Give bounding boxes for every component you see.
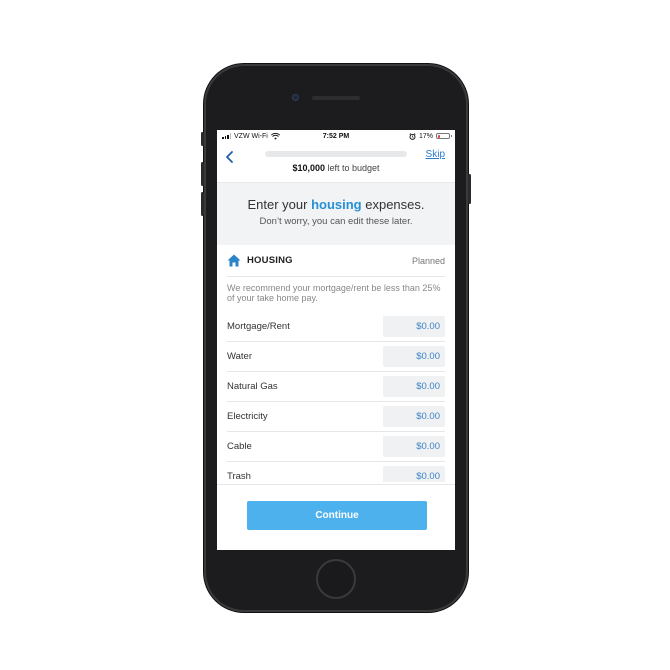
house-icon	[227, 254, 241, 267]
back-chevron-icon[interactable]	[223, 150, 237, 164]
status-time: 7:52 PM	[322, 132, 350, 140]
planned-amount-input[interactable]: $0.00	[383, 406, 445, 427]
expense-label: Natural Gas	[227, 381, 278, 392]
planned-amount-input[interactable]: $0.00	[383, 376, 445, 397]
expense-label: Electricity	[227, 411, 268, 422]
planned-amount-input[interactable]: $0.00	[383, 316, 445, 337]
budget-amount: $10,000	[292, 163, 325, 173]
app-screen: VZW Wi-Fi 7:52 PM 17% Skip $10,000 left …	[217, 130, 455, 550]
status-bar: VZW Wi-Fi 7:52 PM 17%	[217, 130, 455, 142]
expense-list[interactable]: HOUSING Planned We recommend your mortga…	[217, 245, 455, 482]
expense-row: Trash $0.00	[227, 462, 445, 482]
expense-label: Mortgage/Rent	[227, 321, 290, 332]
expense-label: Water	[227, 351, 252, 362]
advice-text: We recommend your mortgage/rent be less …	[227, 283, 441, 303]
hero-subtitle: Don’t worry, you can edit these later.	[259, 216, 413, 227]
left-to-budget: $10,000 left to budget	[217, 163, 455, 173]
expense-row: Natural Gas $0.00	[227, 372, 445, 402]
budget-suffix: left to budget	[327, 163, 380, 173]
expense-label: Trash	[227, 471, 251, 482]
expense-row: Mortgage/Rent $0.00	[227, 312, 445, 342]
expense-row: Cable $0.00	[227, 432, 445, 462]
mute-switch	[201, 132, 204, 146]
group-header: HOUSING Planned	[227, 245, 445, 277]
front-camera	[292, 94, 299, 101]
continue-button[interactable]: Continue	[247, 501, 427, 530]
planned-amount-input[interactable]: $0.00	[383, 466, 445, 482]
expense-row: Electricity $0.00	[227, 402, 445, 432]
volume-up-button	[201, 162, 204, 186]
onboarding-progress-bar	[265, 151, 407, 157]
battery-level	[437, 134, 440, 138]
planned-amount-input[interactable]: $0.00	[383, 436, 445, 457]
planned-amount-input[interactable]: $0.00	[383, 346, 445, 367]
hero-title-highlight: housing	[311, 197, 362, 212]
volume-down-button	[201, 192, 204, 216]
instruction-panel: Enter your housing expenses. Don’t worry…	[217, 182, 455, 245]
home-button[interactable]	[316, 559, 356, 599]
planned-column-label: Planned	[411, 255, 445, 266]
expense-row: Water $0.00	[227, 342, 445, 372]
expense-label: Cable	[227, 441, 252, 452]
hero-title: Enter your housing expenses.	[217, 197, 455, 212]
hero-title-prefix: Enter your	[247, 197, 312, 212]
earpiece-speaker	[312, 96, 360, 100]
nav-bar: Skip $10,000 left to budget	[217, 142, 455, 182]
hero-title-suffix: expenses.	[361, 197, 425, 212]
skip-link[interactable]: Skip	[426, 149, 445, 160]
group-title: HOUSING	[247, 255, 293, 266]
phone-frame: VZW Wi-Fi 7:52 PM 17% Skip $10,000 left …	[201, 64, 471, 612]
battery-icon	[436, 133, 452, 139]
footer-bar: Continue	[217, 484, 455, 550]
power-button	[468, 174, 471, 204]
